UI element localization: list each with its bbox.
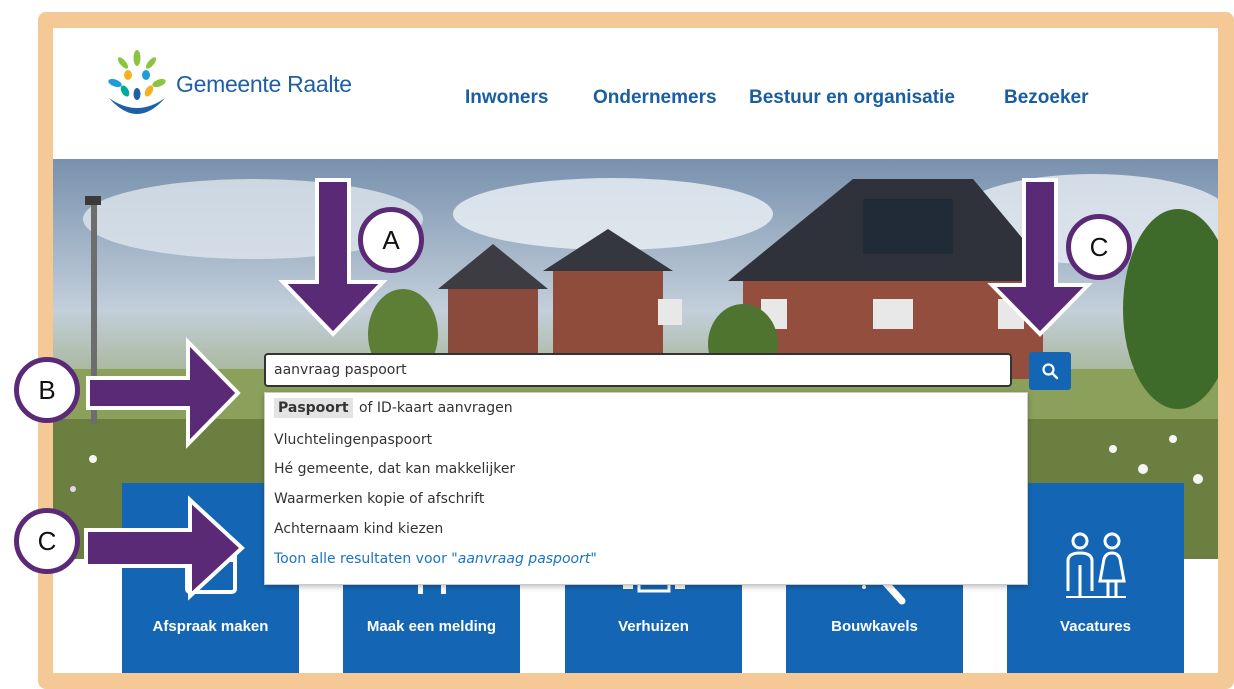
- suggestion-vluchtelingenpaspoort[interactable]: Vluchtelingenpaspoort: [274, 432, 432, 448]
- annotation-label-c-top: C: [1066, 214, 1132, 280]
- tile-label: Bouwkavels: [831, 618, 918, 635]
- calendar-icon: [184, 542, 237, 594]
- site-header: Gemeente Raalte Inwoners Ondernemers Bes…: [53, 28, 1218, 159]
- suggestion-paspoort-id-kaart[interactable]: Paspoort of ID-kaart aanvragen: [274, 398, 513, 418]
- annotation-label-c-bottom: C: [14, 508, 80, 574]
- search-icon: [1042, 363, 1059, 380]
- nav-ondernemers[interactable]: Ondernemers: [593, 87, 717, 109]
- annotation-frame: Gemeente Raalte Inwoners Ondernemers Bes…: [38, 12, 1234, 689]
- gemeente-raalte-logo[interactable]: [101, 48, 173, 124]
- search-suggestions-dropdown: Paspoort of ID-kaart aanvragen Vluchteli…: [264, 392, 1028, 585]
- annotation-label-b: B: [14, 357, 80, 423]
- nav-inwoners[interactable]: Inwoners: [465, 87, 548, 109]
- nav-bezoeker[interactable]: Bezoeker: [1004, 87, 1089, 109]
- suggestion-waarmerken[interactable]: Waarmerken kopie of afschrift: [274, 491, 484, 507]
- tile-label: Maak een melding: [366, 618, 497, 635]
- suggestion-match-highlight: Paspoort: [274, 398, 353, 418]
- website-viewport: Gemeente Raalte Inwoners Ondernemers Bes…: [53, 28, 1218, 673]
- suggestion-achternaam-kind[interactable]: Achternaam kind kiezen: [274, 521, 443, 537]
- suggestion-he-gemeente[interactable]: Hé gemeente, dat kan makkelijker: [274, 461, 515, 477]
- tile-label: Vacatures: [1060, 618, 1131, 635]
- logo-text[interactable]: Gemeente Raalte: [176, 71, 352, 98]
- people-icon: [1065, 532, 1126, 598]
- show-all-results-link[interactable]: Toon alle resultaten voor "aanvraag pasp…: [274, 551, 597, 567]
- suggestion-text: of ID-kaart aanvragen: [354, 400, 513, 416]
- search-input[interactable]: [264, 353, 1012, 387]
- search-button[interactable]: [1029, 352, 1071, 390]
- tile-label: Verhuizen: [618, 618, 689, 635]
- tile-label: Afspraak maken: [152, 618, 269, 635]
- nav-bestuur-en-organisatie[interactable]: Bestuur en organisatie: [749, 87, 955, 109]
- tile-vacatures[interactable]: Vacatures: [1007, 483, 1184, 673]
- annotation-label-a: A: [358, 207, 424, 273]
